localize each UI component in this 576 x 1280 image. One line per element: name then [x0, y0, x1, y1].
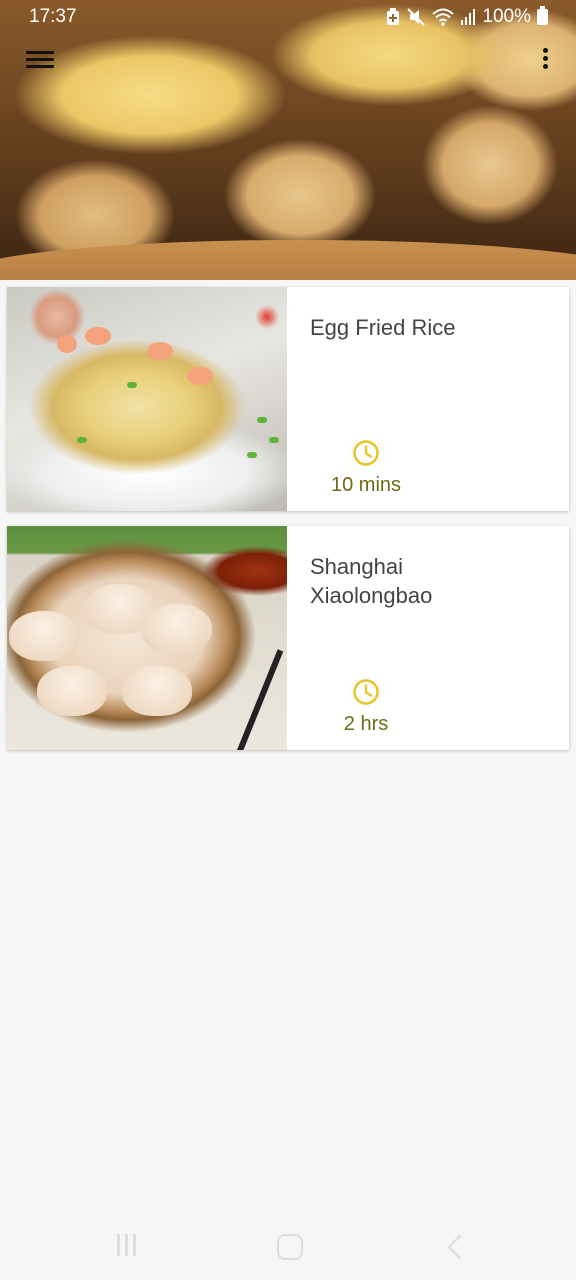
more-vert-icon[interactable]: [538, 48, 552, 76]
status-bar: 17:37 100%: [0, 0, 576, 36]
hamburger-menu-icon[interactable]: [26, 48, 54, 72]
recipe-card-shanghai-xiaolongbao[interactable]: Shanghai Xiaolongbao 2 hrs: [7, 526, 569, 750]
recipe-photo-shanghai-xiaolongbao: [7, 526, 287, 750]
system-nav-bar: [0, 1210, 576, 1280]
recipe-duration: 10 mins: [330, 474, 402, 496]
recipe-duration: 2 hrs: [343, 713, 389, 735]
battery-percent: 100%: [482, 6, 531, 27]
recipe-card-egg-fried-rice[interactable]: Egg Fried Rice 10 mins: [7, 287, 569, 511]
steamer-rim: [0, 240, 576, 280]
status-time: 17:37: [29, 6, 77, 27]
recipe-photo-egg-fried-rice: [7, 287, 287, 511]
clock-icon: [353, 440, 379, 466]
clock-icon: [353, 679, 379, 705]
home-icon[interactable]: [277, 1234, 307, 1260]
wifi-icon: [432, 8, 455, 26]
battery-icon: [537, 6, 548, 25]
recipe-list: Egg Fried Rice 10 mins Shanghai Xiaolong…: [7, 287, 569, 765]
recipe-title: Egg Fried Rice: [310, 315, 456, 340]
back-icon[interactable]: [440, 1234, 470, 1260]
status-icons: 100%: [386, 6, 548, 28]
battery-saver-icon: [387, 8, 400, 25]
signal-icon: [461, 9, 476, 25]
recents-icon[interactable]: [117, 1234, 147, 1260]
header-image: [0, 0, 576, 280]
mute-icon: [407, 8, 426, 26]
recipe-title: Shanghai Xiaolongbao: [310, 554, 433, 608]
